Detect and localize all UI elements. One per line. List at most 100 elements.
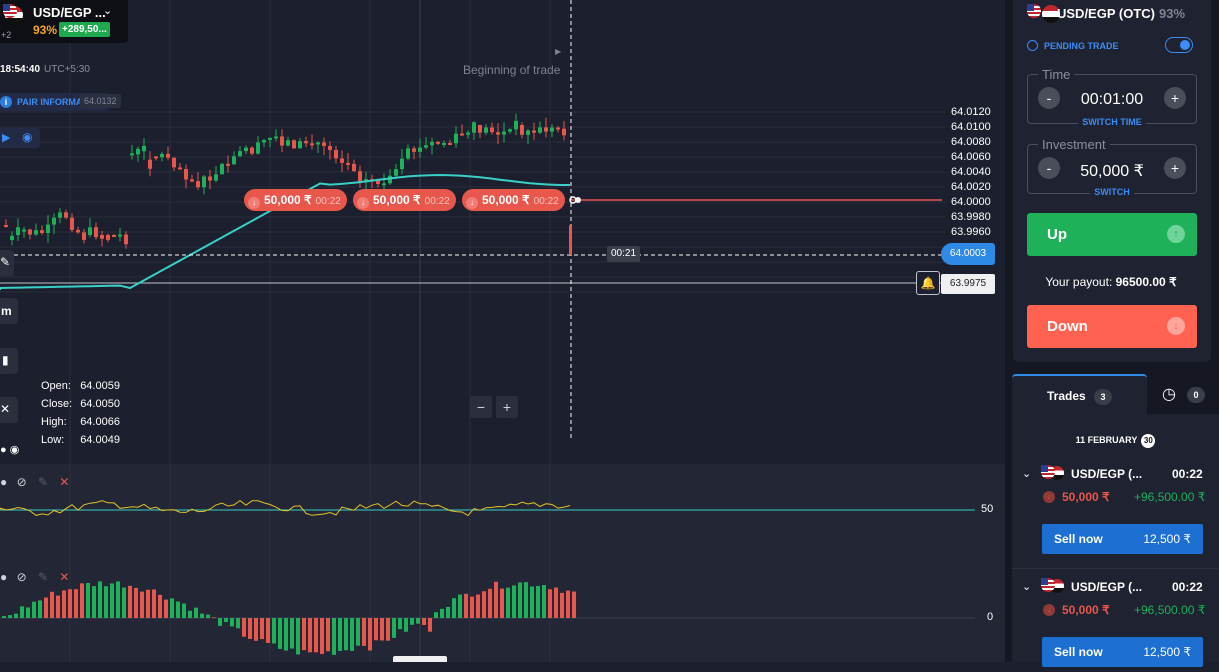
trade-marker-time: 00:22 bbox=[424, 196, 450, 207]
switch-currency[interactable]: SWITCH bbox=[1028, 182, 1196, 200]
macd-bar bbox=[440, 608, 444, 618]
candle-body bbox=[10, 235, 14, 240]
switch-time[interactable]: SWITCH TIME bbox=[1028, 112, 1196, 130]
trade-list-item[interactable]: ⌄ USD/EGP (... 00:22 ↓ 50,000 ₹ +96,500.… bbox=[1012, 577, 1219, 672]
close-icon[interactable]: ✕ bbox=[59, 475, 69, 489]
divider bbox=[1012, 568, 1219, 569]
candle-body bbox=[322, 142, 326, 147]
y-tick: 64.0100 bbox=[951, 121, 991, 133]
arrow-up-icon: ↑ bbox=[1167, 225, 1185, 243]
macd-bar bbox=[26, 607, 30, 618]
sell-now-button[interactable]: Sell now 12,500 ₹ bbox=[1042, 524, 1203, 554]
chart-area[interactable]: USD/EGP ... ⌄ 93% +289,50... +2 18:54:40… bbox=[0, 0, 1005, 662]
rsi-controls[interactable]: ● ⊘ ✎ ✕ bbox=[0, 475, 69, 489]
settings-icon[interactable]: ● bbox=[0, 475, 7, 489]
draw-tool-button[interactable]: ✎ bbox=[0, 250, 14, 276]
trade-marker[interactable]: ↓ 50,000 ₹00:22 bbox=[353, 189, 456, 211]
down-button[interactable]: Down ↓ bbox=[1027, 305, 1197, 348]
macd-bar bbox=[326, 618, 330, 652]
macd-bar bbox=[542, 585, 546, 618]
macd-controls[interactable]: ● ⊘ ✎ ✕ bbox=[0, 570, 69, 584]
eye-icon[interactable]: ◉ bbox=[22, 130, 32, 144]
ohlc-label: High: bbox=[41, 416, 67, 428]
us-flag-icon bbox=[3, 4, 17, 18]
zoom-in-button[interactable]: + bbox=[496, 396, 518, 418]
indicator-panel: ● ⊘ ✎ ✕ ● ⊘ ✎ ✕ 50 0 bbox=[0, 464, 1005, 662]
candle-body bbox=[214, 174, 218, 181]
history-count-badge: 0 bbox=[1187, 387, 1205, 403]
candle-body bbox=[58, 212, 62, 218]
y-tick: 64.0060 bbox=[951, 151, 991, 163]
candle-body bbox=[106, 235, 110, 240]
rsi-level-label: 50 bbox=[981, 503, 994, 515]
trade-time: 00:22 bbox=[1172, 467, 1203, 481]
pencil-icon[interactable]: ✎ bbox=[38, 570, 48, 584]
y-tick: 64.0080 bbox=[951, 136, 991, 148]
macd-bar bbox=[488, 588, 492, 618]
extra-assets-count[interactable]: +2 bbox=[1, 30, 11, 40]
y-tick: 64.0120 bbox=[951, 106, 991, 118]
asset-selector[interactable]: USD/EGP ... ⌄ 93% +289,50... +2 bbox=[0, 0, 128, 43]
close-icon[interactable]: ✕ bbox=[59, 570, 69, 584]
candle-body bbox=[346, 162, 350, 165]
candle-body bbox=[82, 232, 86, 240]
trade-list-item[interactable]: ⌄ USD/EGP (... 00:22 ↓ 50,000 ₹ +96,500.… bbox=[1012, 464, 1219, 559]
ohlc-readout: Open: 64.0059 Close: 64.0050 High: 64.0066 … bbox=[41, 377, 128, 449]
trade-marker-amount: 50,000 ₹ bbox=[264, 193, 312, 207]
hide-icon[interactable]: ⊘ bbox=[17, 570, 27, 584]
macd-bar bbox=[338, 618, 342, 651]
macd-bar bbox=[44, 597, 48, 618]
hide-icon[interactable]: ⊘ bbox=[17, 475, 27, 489]
chart-type-toolbar[interactable]: ▶ ◉ bbox=[0, 128, 40, 148]
macd-bar bbox=[476, 594, 480, 618]
trade-marker[interactable]: ↓ 50,000 ₹00:22 bbox=[462, 189, 565, 211]
candle-body bbox=[100, 235, 104, 239]
play-icon[interactable]: ▶ bbox=[2, 131, 10, 144]
macd-bar bbox=[128, 585, 132, 618]
macd-bar bbox=[56, 595, 60, 618]
macd-bar bbox=[254, 618, 258, 641]
down-arrow-icon: ↓ bbox=[1043, 491, 1055, 503]
chart-type-button[interactable]: ▮ bbox=[0, 348, 18, 374]
tab-trades[interactable]: Trades 3 bbox=[1012, 374, 1147, 416]
macd-bar bbox=[512, 585, 516, 618]
candle-body bbox=[382, 183, 386, 186]
history-clock-icon: ◷ bbox=[1162, 386, 1176, 403]
candle-body bbox=[496, 132, 500, 135]
alert-price-label[interactable]: 63.9975 bbox=[941, 274, 995, 294]
indicators-button[interactable]: ✕ bbox=[0, 397, 18, 423]
payout-value: 96500.00 ₹ bbox=[1115, 275, 1177, 289]
payout-label: Your payout: bbox=[1045, 275, 1113, 289]
panel-resize-handle[interactable] bbox=[393, 656, 447, 662]
timeframe-button[interactable]: m bbox=[0, 298, 18, 324]
candle-body bbox=[358, 171, 362, 182]
time-increase-button[interactable]: + bbox=[1164, 87, 1186, 109]
trades-date-count: 30 bbox=[1141, 434, 1156, 448]
macd-bar bbox=[38, 600, 42, 618]
macd-bar bbox=[368, 618, 372, 651]
pencil-icon[interactable]: ✎ bbox=[38, 475, 48, 489]
sell-now-button[interactable]: Sell now 12,500 ₹ bbox=[1042, 637, 1203, 667]
down-arrow-icon: ↓ bbox=[466, 197, 478, 209]
indicator-chart bbox=[0, 464, 975, 662]
bell-icon[interactable]: 🔔 bbox=[916, 271, 940, 295]
time-field: Time - 00:01:00 + SWITCH TIME bbox=[1027, 67, 1197, 127]
ohlc-label: Close: bbox=[41, 398, 73, 410]
settings-icon[interactable]: ● bbox=[0, 444, 7, 456]
chevron-down-icon[interactable]: ⌄ bbox=[1022, 580, 1031, 593]
visibility-toggle[interactable]: ● ◉ bbox=[0, 443, 19, 456]
macd-bar bbox=[380, 618, 384, 641]
investment-increase-button[interactable]: + bbox=[1164, 157, 1186, 179]
pending-trade-toggle[interactable] bbox=[1165, 37, 1193, 53]
trade-marker[interactable]: ↓ 50,000 ₹00:22 bbox=[244, 189, 347, 211]
macd-bar bbox=[122, 587, 126, 618]
settings-icon[interactable]: ● bbox=[0, 570, 7, 584]
tab-trades-label: Trades bbox=[1047, 389, 1086, 403]
chevron-down-icon[interactable]: ⌄ bbox=[1022, 467, 1031, 480]
tab-history[interactable]: ◷ 0 bbox=[1152, 374, 1219, 414]
up-button[interactable]: Up ↑ bbox=[1027, 213, 1197, 256]
investment-field: Investment - 50,000 ₹ + SWITCH bbox=[1027, 137, 1197, 197]
eye-icon[interactable]: ◉ bbox=[10, 444, 20, 456]
candle-body bbox=[292, 140, 296, 149]
zoom-out-button[interactable]: − bbox=[470, 396, 492, 418]
